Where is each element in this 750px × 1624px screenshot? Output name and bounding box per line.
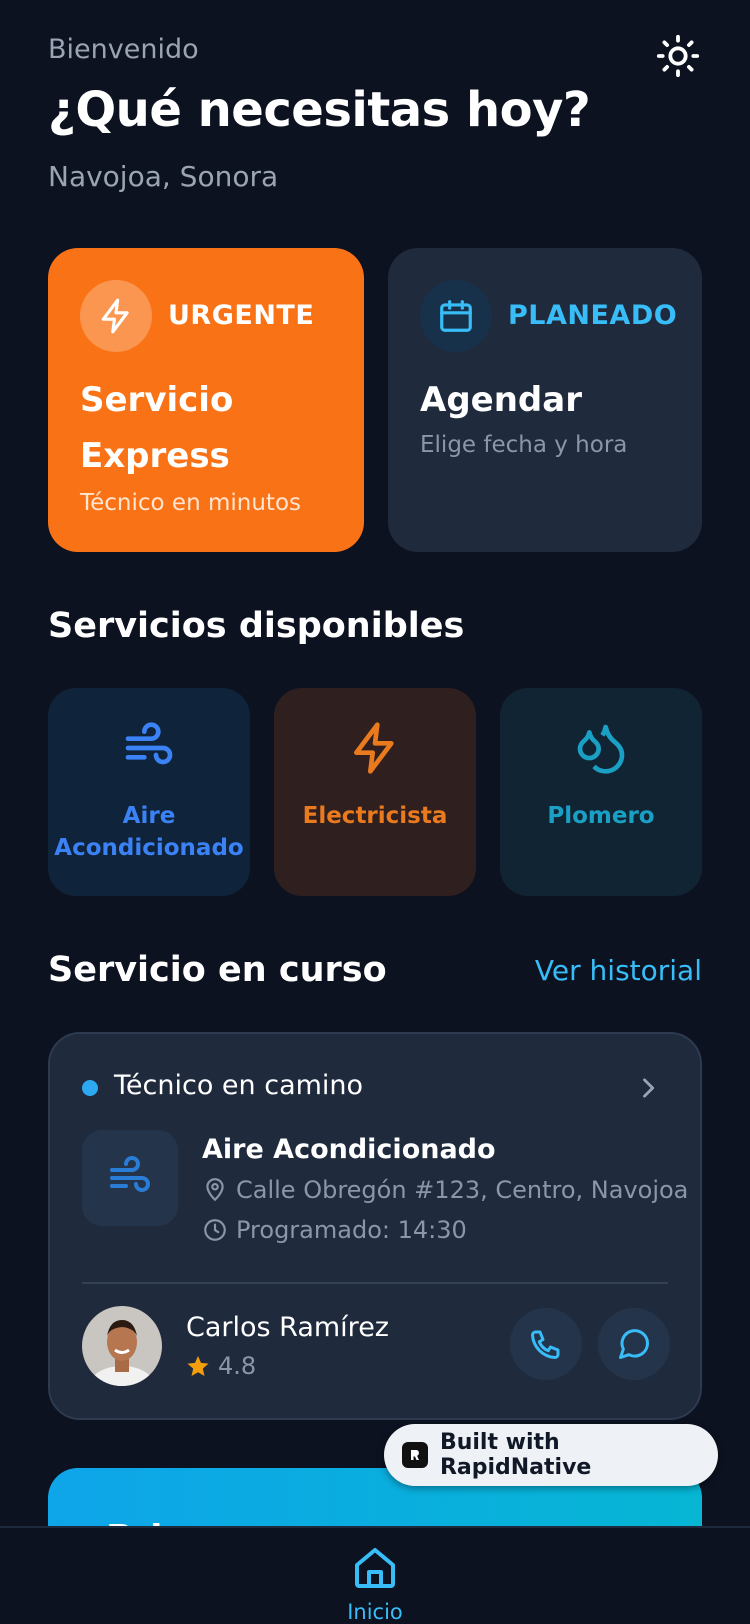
service-tile-label: Aire Acondicionado bbox=[54, 803, 244, 861]
wind-icon bbox=[125, 722, 173, 765]
chevron-right-icon[interactable] bbox=[634, 1072, 662, 1104]
services-section-title: Servicios disponibles bbox=[48, 606, 465, 646]
home-icon bbox=[355, 1548, 395, 1588]
schedule-title: Agendar bbox=[420, 380, 582, 420]
map-pin-icon bbox=[206, 1178, 224, 1202]
status-dot bbox=[82, 1080, 98, 1096]
service-tile-plumber[interactable]: Plomero bbox=[500, 688, 702, 896]
technician-name: Carlos Ramírez bbox=[186, 1312, 389, 1343]
rapidnative-logo-icon bbox=[402, 1442, 428, 1468]
service-tile-air-conditioning[interactable]: Aire Acondicionado bbox=[48, 688, 250, 896]
current-service-title: Servicio en curso bbox=[48, 950, 387, 990]
status-text: Técnico en camino bbox=[114, 1070, 364, 1101]
bolt-icon bbox=[354, 722, 394, 774]
view-history-link[interactable]: Ver historial bbox=[535, 954, 702, 987]
droplets-icon bbox=[577, 724, 625, 774]
chat-button[interactable] bbox=[598, 1308, 670, 1380]
service-tile-label: Plomero bbox=[547, 803, 655, 829]
technician-rating: 4.8 bbox=[186, 1352, 256, 1380]
home-screen: Bienvenido ¿Qué necesitas hoy? Navojoa, … bbox=[0, 0, 750, 1624]
nav-label-home: Inicio bbox=[347, 1600, 403, 1624]
location-text: Navojoa, Sonora bbox=[48, 160, 279, 193]
card-divider bbox=[82, 1282, 668, 1284]
urgent-label: URGENTE bbox=[168, 300, 315, 331]
theme-toggle-button[interactable] bbox=[654, 32, 702, 80]
star-icon bbox=[187, 1356, 209, 1376]
service-address-row: Calle Obregón #123, Centro, Navojoa bbox=[202, 1176, 688, 1204]
call-button[interactable] bbox=[510, 1308, 582, 1380]
greeting-text: Bienvenido bbox=[48, 34, 199, 65]
page-title: ¿Qué necesitas hoy? bbox=[48, 82, 591, 138]
service-icon-box bbox=[82, 1130, 178, 1226]
bottom-navigation: Inicio bbox=[0, 1526, 750, 1624]
service-time-row: Programado: 14:30 bbox=[202, 1216, 467, 1244]
current-service-card[interactable]: Técnico en camino Aire Acondicionado Cal… bbox=[48, 1032, 702, 1420]
wind-icon bbox=[110, 1156, 150, 1192]
built-with-badge[interactable]: Built with RapidNative bbox=[384, 1424, 718, 1486]
planned-badge-circle bbox=[420, 280, 492, 352]
service-tile-electrician[interactable]: Electricista bbox=[274, 688, 476, 896]
schedule-card[interactable]: PLANEADO Agendar Elige fecha y hora bbox=[388, 248, 702, 552]
express-title: Servicio Express bbox=[80, 380, 234, 476]
message-icon bbox=[619, 1329, 650, 1359]
service-tile-label: Electricista bbox=[302, 803, 448, 829]
schedule-subtitle: Elige fecha y hora bbox=[420, 432, 628, 458]
bolt-icon bbox=[101, 298, 129, 334]
express-subtitle: Técnico en minutos bbox=[80, 490, 301, 516]
express-service-card[interactable]: URGENTE Servicio Express Técnico en minu… bbox=[48, 248, 364, 552]
phone-icon bbox=[531, 1330, 560, 1359]
technician-avatar bbox=[82, 1306, 162, 1386]
urgent-badge-circle bbox=[80, 280, 152, 352]
nav-item-home[interactable]: Inicio bbox=[335, 1544, 415, 1624]
planned-label: PLANEADO bbox=[508, 300, 678, 331]
calendar-icon bbox=[440, 300, 472, 332]
service-scheduled-time: Programado: 14:30 bbox=[236, 1216, 467, 1244]
built-with-text: Built with RapidNative bbox=[439, 1430, 592, 1480]
sun-icon bbox=[656, 34, 700, 78]
rating-value: 4.8 bbox=[218, 1352, 257, 1380]
clock-icon bbox=[204, 1219, 226, 1241]
service-name: Aire Acondicionado bbox=[202, 1134, 496, 1165]
service-address: Calle Obregón #123, Centro, Navojoa bbox=[236, 1176, 689, 1204]
